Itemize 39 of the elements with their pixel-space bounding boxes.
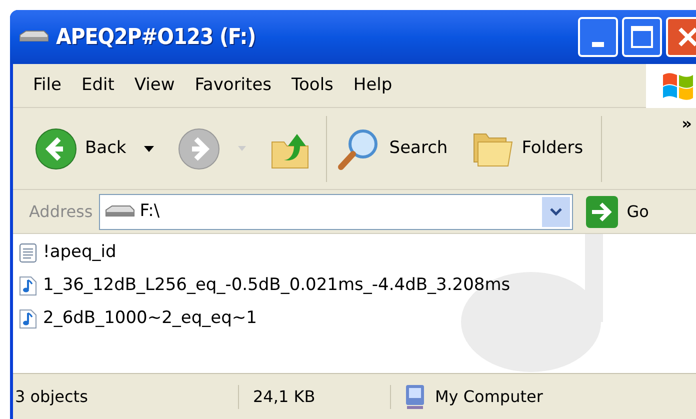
menu-item[interactable]: Edit <box>73 72 122 98</box>
minimize-button[interactable] <box>578 17 618 57</box>
menu-item[interactable]: Help <box>345 72 400 98</box>
file-name: 1_36_12dB_L256_eq_-0.5dB_0.021ms_-4.4dB_3.208ms <box>43 274 510 298</box>
dropdown-caret-icon[interactable] <box>144 146 154 152</box>
go-button[interactable]: Go <box>584 194 649 228</box>
folders-button[interactable]: Folders <box>472 130 584 168</box>
minimize-icon <box>592 42 604 47</box>
window-title: APEQ2P#O123 (F:) <box>56 24 256 52</box>
music-file-icon <box>19 276 37 296</box>
maximize-button[interactable] <box>622 17 662 57</box>
music-file-icon <box>19 309 37 329</box>
text-file-icon <box>19 243 37 263</box>
menu-item[interactable]: File <box>25 72 70 98</box>
list-entry[interactable]: 1_36_12dB_L256_eq_-0.5dB_0.021ms_-4.4dB_3.208ms <box>19 271 696 301</box>
chevron-down-icon <box>550 208 562 216</box>
drive-icon <box>104 204 136 220</box>
address-label: Address <box>29 200 93 222</box>
status-zone: My Computer <box>435 386 543 408</box>
menu-item[interactable]: View <box>126 72 183 98</box>
file-name: 2_6dB_1000~2_eq_eq~1 <box>43 307 257 330</box>
toolbar-overflow-chevron[interactable]: » <box>682 112 692 136</box>
windows-logo-icon <box>661 70 695 100</box>
menu-item[interactable]: Tools <box>284 72 342 98</box>
maximize-icon <box>631 26 653 48</box>
dropdown-button[interactable] <box>542 196 570 226</box>
list-entry[interactable]: !apeq_id <box>19 238 696 268</box>
back-button[interactable]: Back <box>35 128 126 170</box>
list-entry[interactable]: 2_6dB_1000~2_eq_eq~1 <box>19 304 696 334</box>
menu-item[interactable]: Favorites <box>186 72 280 98</box>
status-size: 24,1 KB <box>239 384 391 408</box>
file-name: !apeq_id <box>43 241 116 264</box>
close-icon <box>677 26 696 48</box>
drive-icon <box>18 30 50 44</box>
address-field[interactable]: F:\ <box>98 194 573 230</box>
search-button[interactable]: Search <box>337 126 448 170</box>
computer-icon <box>403 382 427 410</box>
address-value: F:\ <box>140 200 161 223</box>
status-objects: 3 objects <box>13 384 239 408</box>
